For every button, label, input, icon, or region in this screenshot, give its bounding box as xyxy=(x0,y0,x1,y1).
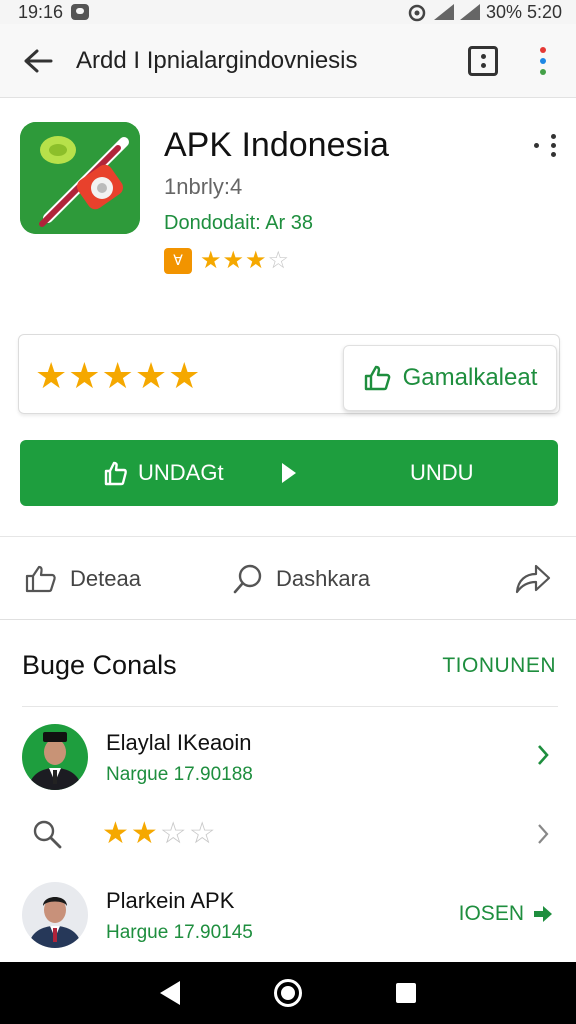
thumbs-up-outline-icon xyxy=(25,565,56,593)
actions-row: Deteaa Dashkara xyxy=(0,536,576,620)
install-button[interactable]: UNDAGt UNDU xyxy=(20,440,558,506)
app-icon xyxy=(20,122,140,234)
app-bar-title: Ardd I Ipnialargindovniesis xyxy=(76,46,358,74)
download-hand-icon xyxy=(104,461,127,486)
arrow-left-icon xyxy=(24,49,53,72)
reviewer-name: Plarkein APK xyxy=(106,888,235,913)
thumbs-up-icon xyxy=(364,365,390,391)
reviewer-meta: Hargue 17.90145 xyxy=(106,922,253,943)
install-left-label: UNDAGt xyxy=(138,460,224,485)
share-button[interactable] xyxy=(514,537,552,621)
notification-icon xyxy=(71,4,90,20)
action-deteaa-label: Deteaa xyxy=(70,566,141,591)
alarm-icon xyxy=(408,4,426,22)
review-item[interactable]: Elaylal IKeaoin Nargue 17.90188 xyxy=(0,724,576,804)
review-rating-row: ★★☆☆ xyxy=(0,806,576,862)
app-subtitle: 1nbrly:4 xyxy=(164,174,243,199)
system-nav-bar xyxy=(0,962,576,1024)
action-deteaa[interactable]: Deteaa xyxy=(24,537,141,621)
rate-card: ★★★★★ Gamalkaleat xyxy=(18,334,560,414)
back-button[interactable] xyxy=(0,24,76,98)
install-right-label: UNDU xyxy=(410,460,474,485)
review-action-button[interactable]: IOSEN xyxy=(459,902,554,926)
rate-action-button[interactable]: Gamalkaleat xyxy=(343,345,557,411)
header-more-button[interactable] xyxy=(534,134,556,157)
action-dashkara[interactable]: Dashkara xyxy=(232,537,370,621)
app-rating: Ɐ ★★★☆ xyxy=(164,246,290,275)
content-rating-badge: Ɐ xyxy=(164,247,192,274)
search-icon[interactable] xyxy=(30,818,64,850)
section-see-more-link[interactable]: TIONUNEN xyxy=(442,654,556,678)
qr-menu-button[interactable] xyxy=(468,45,498,76)
signal-icon xyxy=(433,4,454,20)
avatar xyxy=(22,882,88,948)
review-action-label: IOSEN xyxy=(458,902,524,925)
arrow-right-icon xyxy=(534,906,552,922)
chevron-right-icon[interactable] xyxy=(536,823,550,845)
reviewer-name: Elaylal IKeaoin xyxy=(106,730,252,755)
app-header: APK Indonesia 1nbrly:4 Dondodait: Ar 38 … xyxy=(0,98,576,318)
reviewer-meta: Nargue 17.90188 xyxy=(106,764,253,785)
nav-back-icon[interactable] xyxy=(160,981,180,1005)
status-time: 19:16 xyxy=(18,1,64,22)
avatar xyxy=(22,724,88,790)
nav-recents-icon[interactable] xyxy=(396,983,416,1003)
app-bar: Ardd I Ipnialargindovniesis xyxy=(0,24,576,98)
app-downloads[interactable]: Dondodait: Ar 38 xyxy=(164,212,313,235)
nav-home-icon[interactable] xyxy=(274,979,302,1007)
status-battery-text: 30% 5:20 xyxy=(485,1,562,22)
action-dashkara-label: Dashkara xyxy=(276,566,371,591)
overflow-menu-button[interactable] xyxy=(540,46,546,75)
app-name: APK Indonesia xyxy=(164,126,389,164)
rating-stars: ★★★☆ xyxy=(200,247,291,274)
status-bar: 19:16 30% 5:20 xyxy=(0,0,576,24)
review-stars: ★★☆☆ xyxy=(102,817,218,850)
chevron-right-icon xyxy=(538,745,549,765)
signal-icon-2 xyxy=(459,4,480,20)
section-title: Buge Conals xyxy=(22,650,177,680)
review-item[interactable]: Plarkein APK Hargue 17.90145 IOSEN xyxy=(0,882,576,962)
rate-stars[interactable]: ★★★★★ xyxy=(35,355,201,397)
section-divider xyxy=(22,706,558,707)
search-icon xyxy=(233,564,262,594)
play-icon xyxy=(282,463,296,483)
share-arrow-icon xyxy=(515,564,551,594)
rate-action-label: Gamalkaleat xyxy=(402,364,538,391)
